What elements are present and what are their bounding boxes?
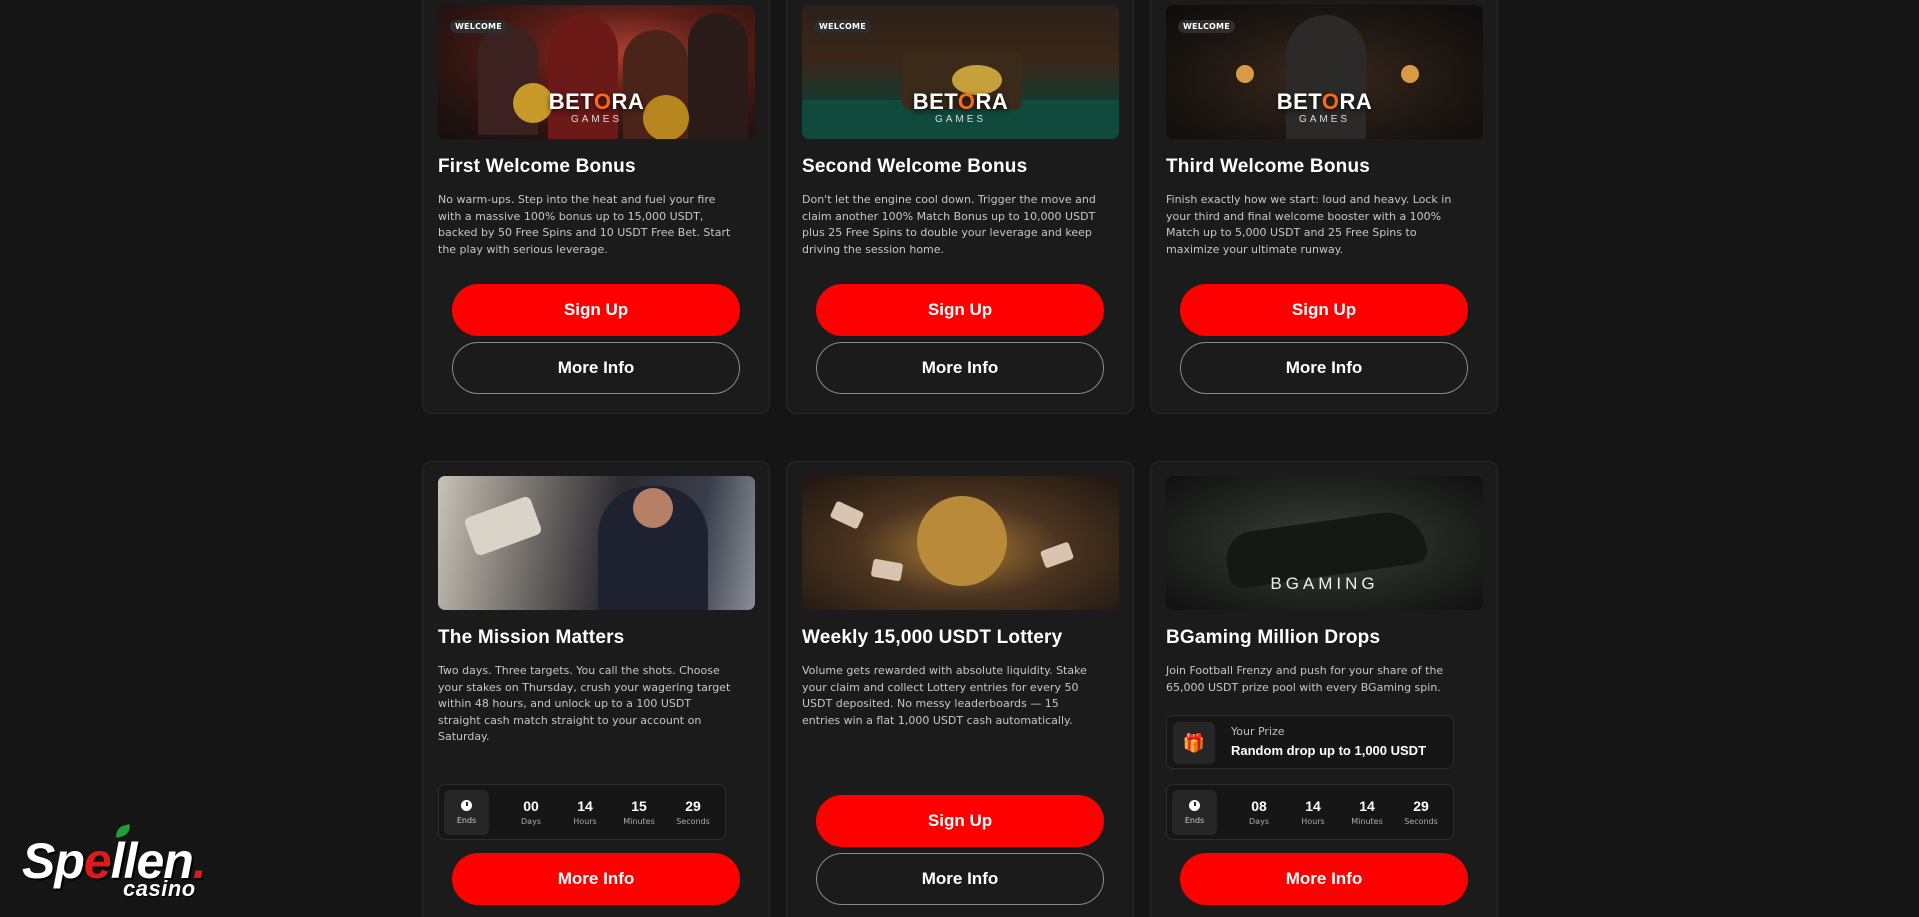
- promo-card-weekly-lottery: Weekly 15,000 USDT Lottery Volume gets r…: [786, 461, 1134, 917]
- countdown-timer: Ends 00 Days 14 Hours 15 Minutes 29 Seconds: [438, 784, 726, 840]
- timer-days: 00 Days: [521, 798, 541, 826]
- timer-seconds: 29 Seconds: [676, 798, 710, 826]
- promo-description: Volume gets rewarded with absolute liqui…: [802, 664, 1087, 727]
- more-info-button[interactable]: More Info: [816, 342, 1104, 394]
- sign-up-button[interactable]: Sign Up: [452, 284, 740, 336]
- sign-up-button[interactable]: Sign Up: [816, 795, 1104, 847]
- betora-logo-sub: GAMES: [570, 114, 623, 125]
- betora-logo: BETORA: [548, 89, 645, 114]
- brand-subtitle: casino: [123, 876, 196, 901]
- promo-card-bgaming-drops: BGAMING BGaming Million Drops Join Footb…: [1150, 461, 1498, 917]
- sign-up-button[interactable]: Sign Up: [816, 284, 1104, 336]
- promo-title: The Mission Matters: [438, 627, 625, 648]
- promo-title: Second Welcome Bonus: [802, 156, 1028, 177]
- promo-banner-image: WELCOME BETORA GAMES: [438, 5, 755, 139]
- more-info-button[interactable]: More Info: [1180, 853, 1468, 905]
- betora-logo: BETORA: [912, 89, 1009, 114]
- timer-hours: 14 Hours: [573, 798, 597, 826]
- promo-card-first-welcome: WELCOME BETORA GAMES First Welcome Bonus…: [422, 0, 770, 414]
- prize-label: Your Prize: [1231, 725, 1285, 738]
- promo-card-mission-matters: The Mission Matters Two days. Three targ…: [422, 461, 770, 917]
- prize-box: 🎁 Your Prize Random drop up to 1,000 USD…: [1166, 715, 1454, 769]
- promo-title: Third Welcome Bonus: [1166, 156, 1371, 177]
- betora-logo: BETORA: [1276, 89, 1373, 114]
- gift-icon: 🎁: [1173, 722, 1215, 764]
- welcome-tag: WELCOME: [1178, 20, 1235, 33]
- betora-logo-sub: GAMES: [934, 114, 987, 125]
- welcome-tag: WELCOME: [450, 20, 507, 33]
- more-info-button[interactable]: More Info: [452, 342, 740, 394]
- promo-description: Finish exactly how we start: loud and he…: [1166, 193, 1452, 256]
- spellen-casino-logo: Spellen. casino: [22, 824, 232, 907]
- timer-seconds: 29 Seconds: [1404, 798, 1438, 826]
- bgaming-logo: BGAMING: [1270, 574, 1379, 593]
- bonus-row-welcome: WELCOME BETORA GAMES First Welcome Bonus…: [422, 0, 1498, 414]
- promo-description: No warm-ups. Step into the heat and fuel…: [438, 193, 731, 256]
- more-info-button[interactable]: More Info: [816, 853, 1104, 905]
- promo-banner-image: WELCOME BETORA GAMES: [1166, 5, 1483, 139]
- promo-card-third-welcome: WELCOME BETORA GAMES Third Welcome Bonus…: [1150, 0, 1498, 414]
- sign-up-button[interactable]: Sign Up: [1180, 284, 1468, 336]
- promo-banner-image: [802, 476, 1119, 610]
- more-info-button[interactable]: More Info: [452, 853, 740, 905]
- promo-card-second-welcome: WELCOME BETORA GAMES Second Welcome Bonu…: [786, 0, 1134, 414]
- promo-title: Weekly 15,000 USDT Lottery: [802, 627, 1063, 648]
- timer-days: 08 Days: [1249, 798, 1269, 826]
- promo-banner-image: WELCOME BETORA GAMES: [802, 5, 1119, 139]
- timer-minutes: 15 Minutes: [623, 798, 655, 826]
- promo-description: Join Football Frenzy and push for your s…: [1166, 664, 1444, 694]
- ends-badge: Ends: [444, 790, 489, 835]
- timer-hours: 14 Hours: [1301, 798, 1325, 826]
- promo-description: Don't let the engine cool down. Trigger …: [802, 193, 1096, 256]
- ends-badge: Ends: [1172, 790, 1217, 835]
- clock-icon: [1189, 800, 1200, 811]
- prize-value: Random drop up to 1,000 USDT: [1231, 743, 1427, 758]
- bonus-row-promotions: The Mission Matters Two days. Three targ…: [422, 461, 1498, 917]
- countdown-timer: Ends 08 Days 14 Hours 14 Minutes 29 Seconds: [1166, 784, 1454, 840]
- betora-logo-sub: GAMES: [1298, 114, 1351, 125]
- timer-minutes: 14 Minutes: [1351, 798, 1383, 826]
- promo-title: First Welcome Bonus: [438, 156, 636, 177]
- promo-banner-image: BGAMING: [1166, 476, 1483, 610]
- promo-title: BGaming Million Drops: [1166, 627, 1381, 648]
- welcome-tag: WELCOME: [814, 20, 871, 33]
- promo-banner-image: [438, 476, 755, 610]
- promo-description: Two days. Three targets. You call the sh…: [438, 664, 731, 743]
- clock-icon: [461, 800, 472, 811]
- more-info-button[interactable]: More Info: [1180, 342, 1468, 394]
